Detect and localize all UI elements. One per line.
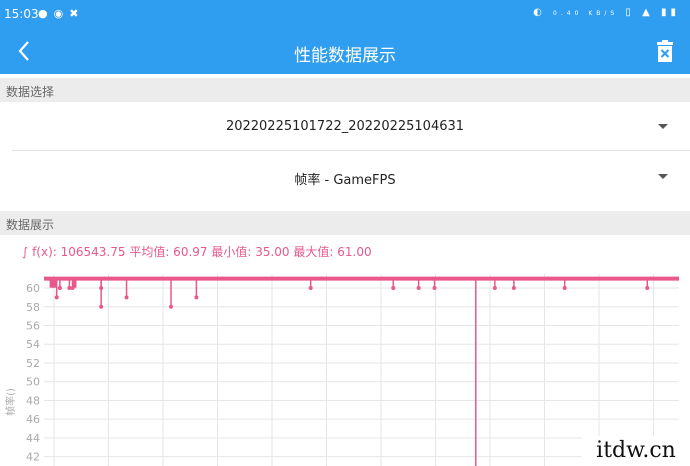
data-point — [432, 286, 437, 291]
y-tick-label: 42 — [26, 451, 40, 464]
data-point-cluster — [72, 278, 77, 288]
data-select-header-label: 数据选择 — [6, 85, 55, 99]
data-point — [308, 286, 313, 291]
session-dropdown[interactable]: 20220225101722_20220225104631 — [0, 102, 690, 150]
shield-icon: ◉ — [53, 7, 70, 20]
page-title: 性能数据展示 — [294, 46, 396, 66]
data-point — [99, 286, 104, 291]
stats-summary: ∫ f(x): 106543.75 平均值: 60.97 最小值: 35.00 … — [22, 245, 372, 259]
y-tick-label: 50 — [26, 376, 40, 389]
data-speed: 0.40 KB/S — [553, 10, 619, 17]
caret-down-icon — [658, 174, 668, 179]
y-tick-label: 56 — [26, 320, 40, 333]
status-bar: 15:03 ●◉✖ ◐ 0.40 KB/S ▯ ▲ ▮▮ — [0, 0, 690, 30]
status-time: 15:03 — [4, 7, 39, 21]
y-tick-label: 58 — [26, 301, 40, 314]
tools-icon: ✖ — [69, 7, 85, 20]
data-point — [562, 286, 567, 291]
metric-dropdown-value: 帧率 - GameFPS — [294, 173, 396, 188]
battery-icon: ▮▮ — [660, 7, 680, 18]
trash-icon[interactable] — [656, 40, 674, 62]
sim-icon: ▯ — [625, 7, 635, 18]
data-point — [511, 286, 516, 291]
data-point — [645, 286, 650, 291]
data-point — [124, 295, 129, 300]
metric-dropdown[interactable]: 帧率 - GameFPS — [0, 152, 690, 200]
status-right-icons: ◐ 0.40 KB/S ▯ ▲ ▮▮ — [533, 7, 680, 18]
divider — [12, 150, 690, 151]
data-point — [169, 304, 173, 309]
hotspot-icon: ◐ — [533, 7, 546, 18]
data-point — [492, 286, 497, 291]
data-point — [54, 295, 59, 300]
y-tick-label: 60 — [26, 282, 40, 295]
y-axis-label: 帧率() — [4, 388, 17, 416]
data-point — [57, 286, 62, 291]
session-dropdown-value: 20220225101722_20220225104631 — [225, 119, 465, 134]
data-select-header: 数据选择 — [0, 78, 690, 102]
y-tick-label: 46 — [26, 413, 40, 426]
data-point — [391, 286, 396, 291]
data-display-header: 数据展示 — [0, 211, 690, 235]
wifi-icon: ▲ — [642, 7, 654, 18]
y-tick-label: 48 — [26, 394, 40, 407]
y-tick-label: 44 — [26, 432, 40, 445]
y-tick-label: 52 — [26, 357, 40, 370]
caret-down-icon — [658, 124, 668, 129]
y-tick-label: 54 — [26, 338, 40, 351]
data-point — [416, 286, 421, 291]
data-point-cluster — [52, 278, 57, 288]
watermark-text: itdw.cn — [582, 436, 690, 466]
data-point — [194, 295, 199, 300]
data-point — [99, 304, 104, 309]
data-display-header-label: 数据展示 — [6, 218, 55, 232]
bulb-icon: ● — [38, 7, 54, 20]
status-left-icons: ●◉✖ — [38, 7, 84, 20]
app-bar: 性能数据展示 — [0, 30, 690, 74]
